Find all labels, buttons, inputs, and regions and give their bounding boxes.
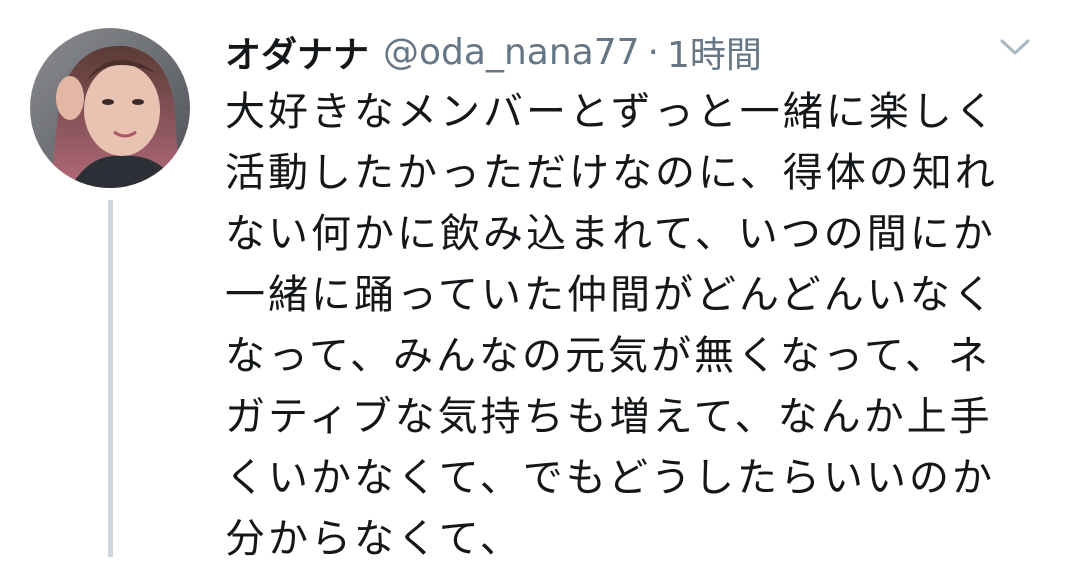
tweet-text-line: 活動したかっただけなのに、得体の知れ <box>225 150 998 196</box>
display-name[interactable]: オダナナ <box>225 26 369 78</box>
chevron-down-icon <box>1000 39 1030 55</box>
tweet[interactable]: オダナナ @oda_nana77 · 1時間 大好きなメンバーとずっと一緒に楽し… <box>0 0 1074 562</box>
tweet-text-line: ガティブな気持ちも増えて、なんか上手 <box>225 394 993 440</box>
user-handle[interactable]: @oda_nana77 <box>383 32 640 73</box>
tweet-text-line: くいかなくて、でもどうしたらいいのか <box>225 455 995 501</box>
timestamp[interactable]: 1時間 <box>667 26 762 78</box>
profile-photo-icon <box>30 28 190 188</box>
tweet-text-line: ない何かに飲み込まれて、いつの間にか <box>225 211 996 257</box>
tweet-header: オダナナ @oda_nana77 · 1時間 <box>225 26 762 78</box>
avatar[interactable] <box>30 28 190 188</box>
tweet-text: 大好きなメンバーとずっと一緒に楽しく 活動したかっただけなのに、得体の知れ ない… <box>225 82 1045 570</box>
tweet-text-line: なって、みんなの元気が無くなって、ネ <box>225 333 991 379</box>
tweet-text-line: 分からなくて、 <box>225 516 523 562</box>
tweet-text-line: 大好きなメンバーとずっと一緒に楽しく <box>225 89 998 135</box>
tweet-text-line: 一緒に踊っていた仲間がどんどんいなく <box>225 272 996 318</box>
thread-line <box>108 200 113 557</box>
more-options-button[interactable] <box>996 32 1034 62</box>
separator-dot: · <box>647 31 659 73</box>
